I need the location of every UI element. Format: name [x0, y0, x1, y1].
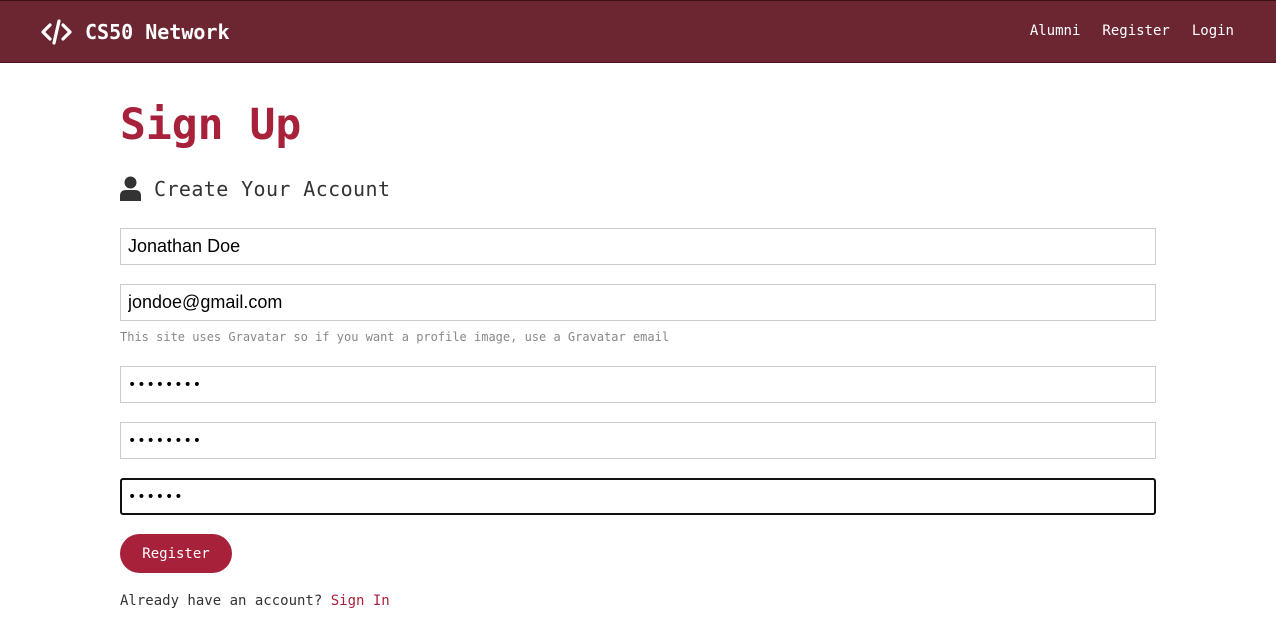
navbar: CS50 Network Alumni Register Login	[0, 0, 1276, 63]
nav-link-login[interactable]: Login	[1192, 21, 1234, 41]
nav-link-alumni[interactable]: Alumni	[1030, 21, 1081, 41]
lead: Create Your Account	[120, 176, 390, 201]
lead-text: Create Your Account	[154, 176, 391, 201]
confirm-password-field[interactable]	[120, 422, 1156, 459]
signin-line: Already have an account? Sign In	[120, 593, 390, 609]
email-field[interactable]	[120, 284, 1156, 321]
name-field[interactable]	[120, 228, 1156, 265]
third-password-field[interactable]	[120, 478, 1156, 515]
nav-link-register[interactable]: Register	[1102, 21, 1169, 41]
register-button[interactable]: Register	[120, 534, 232, 573]
email-help-text: This site uses Gravatar so if you want a…	[120, 330, 670, 344]
user-icon	[120, 176, 141, 201]
brand-link[interactable]: CS50 Network	[41, 17, 230, 47]
page-title: Sign Up	[120, 100, 302, 150]
code-icon	[41, 19, 72, 45]
nav-links: Alumni Register Login	[1030, 21, 1234, 41]
signin-link[interactable]: Sign In	[331, 593, 390, 609]
brand-name: CS50 Network	[85, 20, 230, 44]
signin-prompt: Already have an account?	[120, 593, 323, 609]
password-field[interactable]	[120, 366, 1156, 403]
